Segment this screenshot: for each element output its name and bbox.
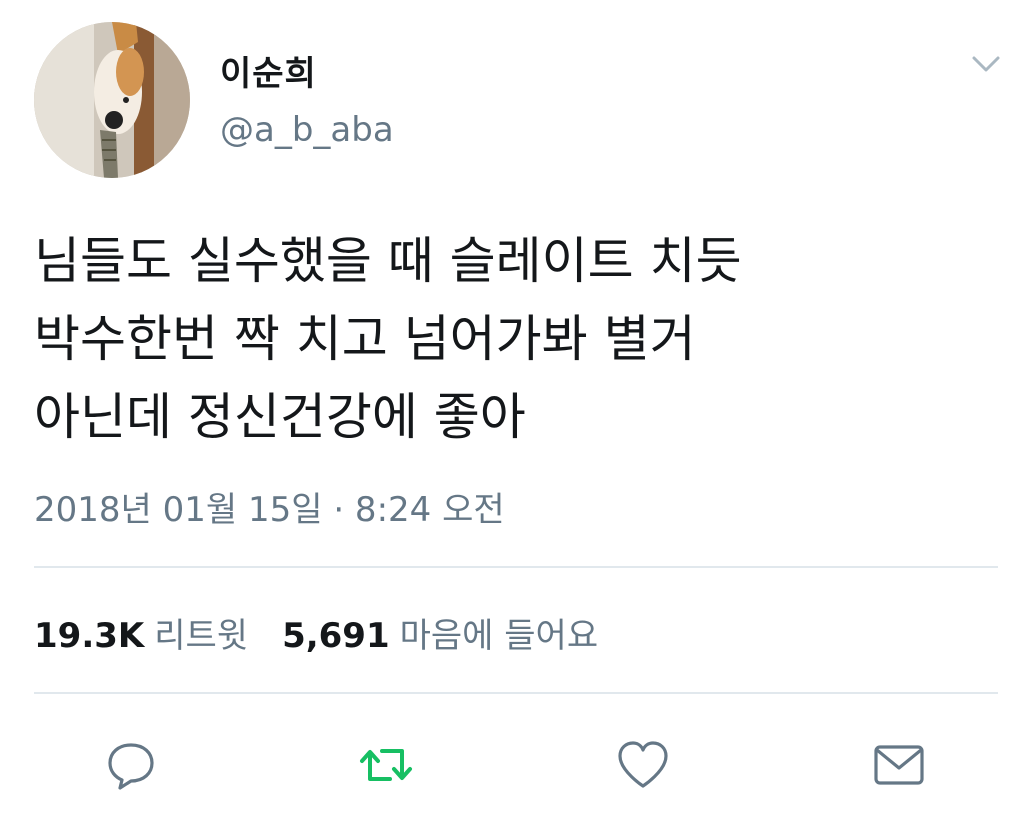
user-handle[interactable]: @a_b_aba (220, 110, 394, 150)
envelope-icon (874, 745, 924, 785)
direct-message-button[interactable] (868, 734, 930, 796)
chevron-down-icon[interactable] (968, 52, 1004, 76)
avatar-image (34, 22, 190, 178)
retweet-button[interactable] (355, 734, 417, 796)
display-name[interactable]: 이순희 (220, 46, 317, 95)
like-count[interactable]: 5,691 (282, 616, 390, 656)
speech-bubble-icon (108, 743, 154, 790)
tweet-stats: 19.3K 리트윗 5,691 마음에 들어요 (34, 608, 598, 657)
tweet-text-line: 아닌데 정신건강에 좋아 (34, 388, 526, 446)
tweet-text-line: 님들도 실수했을 때 슬레이트 치듯 (34, 232, 742, 290)
like-button[interactable] (612, 734, 674, 796)
retweet-label[interactable]: 리트윗 (154, 616, 248, 656)
tweet-text: 님들도 실수했을 때 슬레이트 치듯 박수한번 짝 치고 넘어가봐 별거 아닌데… (34, 222, 994, 456)
divider (34, 566, 998, 568)
retweet-icon (360, 749, 412, 781)
like-label[interactable]: 마음에 들어요 (400, 616, 599, 656)
reply-button[interactable] (100, 734, 162, 796)
heart-icon (618, 741, 668, 788)
retweet-count[interactable]: 19.3K (34, 616, 144, 656)
divider (34, 692, 998, 694)
avatar[interactable] (34, 22, 190, 178)
tweet-timestamp[interactable]: 2018년 01월 15일 · 8:24 오전 (34, 482, 505, 531)
tweet-detail: 이순희 @a_b_aba 님들도 실수했을 때 슬레이트 치듯 박수한번 짝 치… (0, 0, 1024, 832)
tweet-text-line: 박수한번 짝 치고 넘어가봐 별거 (34, 310, 696, 368)
